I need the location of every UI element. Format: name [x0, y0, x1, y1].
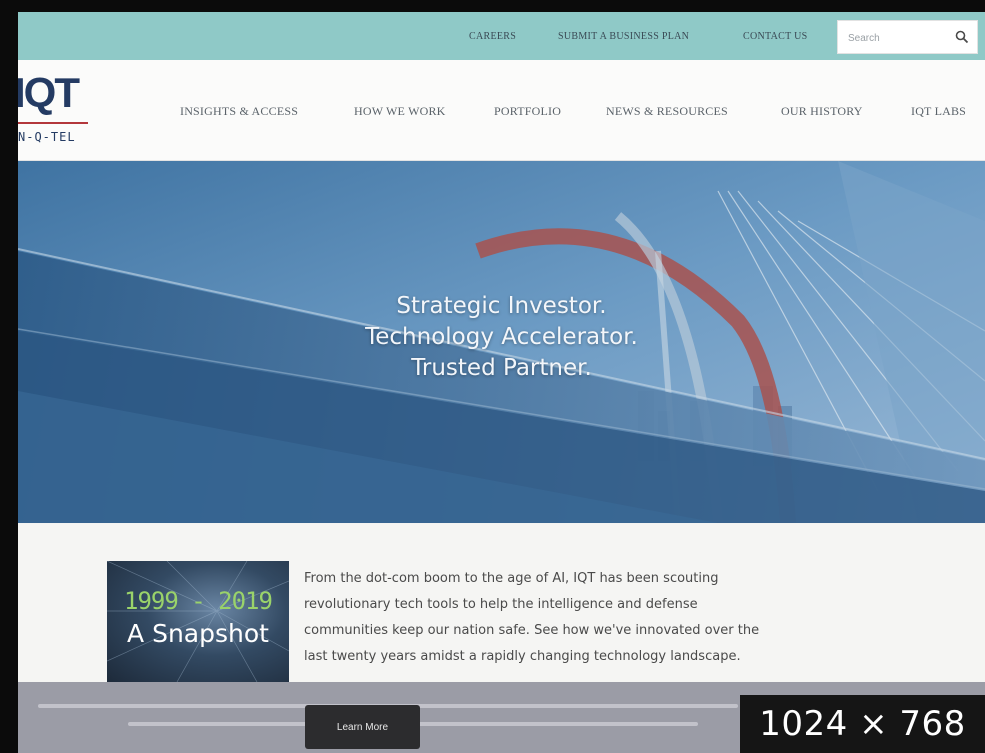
search-input[interactable]	[846, 21, 950, 55]
logo-mark: IQT	[18, 69, 80, 116]
logo-divider	[18, 122, 88, 124]
resolution-watermark: 1024 × 768	[740, 695, 985, 753]
iqt-logo[interactable]: IQT N-Q-TEL	[18, 68, 98, 152]
nav-news-resources[interactable]: NEWS & RESOURCES	[606, 104, 728, 119]
blurb-line-4: last twenty years amidst a rapidly chang…	[304, 649, 741, 664]
learn-more-button[interactable]: Learn More	[305, 705, 420, 749]
snapshot-title: A Snapshot	[127, 619, 269, 648]
submit-business-plan-link[interactable]: SUBMIT A BUSINESS PLAN	[558, 31, 689, 42]
site-header: IQT N-Q-TEL INSIGHTS & ACCESS HOW WE WOR…	[18, 60, 985, 161]
contact-us-link[interactable]: CONTACT US	[743, 31, 808, 42]
logo-wordmark: N-Q-TEL	[18, 130, 76, 144]
search-box	[837, 20, 978, 55]
nav-iqt-labs[interactable]: IQT LABS	[911, 104, 966, 119]
nav-our-history[interactable]: OUR HISTORY	[781, 104, 863, 119]
utility-bar: CAREERS SUBMIT A BUSINESS PLAN CONTACT U…	[18, 12, 985, 60]
feature-blurb: From the dot-com boom to the age of AI, …	[304, 566, 864, 670]
hero-line-1: Strategic Investor.	[396, 293, 607, 319]
blurb-line-1: From the dot-com boom to the age of AI, …	[304, 571, 719, 586]
hero-line-2: Technology Accelerator.	[365, 324, 638, 350]
hero-banner: Strategic Investor. Technology Accelerat…	[18, 161, 985, 523]
snapshot-years: 1999 - 2019	[124, 587, 273, 615]
browser-page: CAREERS SUBMIT A BUSINESS PLAN CONTACT U…	[18, 12, 985, 753]
hero-tagline: Strategic Investor. Technology Accelerat…	[18, 291, 985, 384]
nav-how-we-work[interactable]: HOW WE WORK	[354, 104, 446, 119]
nav-insights-access[interactable]: INSIGHTS & ACCESS	[180, 104, 298, 119]
hero-line-3: Trusted Partner.	[411, 355, 592, 381]
blurb-line-3: communities keep our nation safe. See ho…	[304, 623, 760, 638]
search-icon[interactable]	[955, 30, 969, 44]
nav-portfolio[interactable]: PORTFOLIO	[494, 104, 561, 119]
snapshot-thumbnail[interactable]: 1999 - 2019 A Snapshot	[107, 561, 289, 682]
careers-link[interactable]: CAREERS	[469, 31, 516, 42]
blurb-line-2: revolutionary tech tools to help the int…	[304, 597, 698, 612]
